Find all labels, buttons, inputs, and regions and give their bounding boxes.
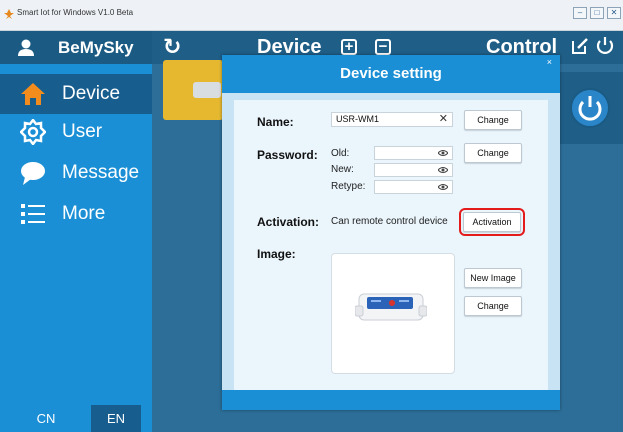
- dialog-footer: [222, 390, 560, 410]
- window-controls: – □ ✕: [573, 7, 621, 19]
- maximize-button[interactable]: □: [590, 7, 604, 19]
- old-password-label: Old:: [331, 148, 350, 159]
- app-logo-icon: [4, 9, 14, 19]
- user-icon: [18, 39, 34, 56]
- sidebar-item-label: Message: [62, 162, 140, 183]
- change-name-button[interactable]: Change: [464, 110, 522, 130]
- add-icon[interactable]: +: [341, 39, 357, 55]
- device-card[interactable]: [163, 60, 223, 120]
- clear-icon[interactable]: ✕: [439, 112, 448, 125]
- gear-icon: [20, 119, 46, 145]
- activation-status: Can remote control device: [331, 216, 448, 227]
- image-label: Image:: [257, 247, 296, 261]
- change-password-button[interactable]: Change: [464, 143, 522, 163]
- activation-label: Activation:: [257, 215, 320, 229]
- device-thumbnail: [193, 82, 221, 98]
- sidebar-item-label: Device: [62, 83, 121, 104]
- language-en-button[interactable]: EN: [91, 405, 141, 432]
- name-field[interactable]: USR-WM1 ✕: [331, 112, 453, 127]
- list-icon: [21, 204, 45, 224]
- name-label: Name:: [257, 115, 294, 129]
- sidebar: Device User Message More: [0, 64, 152, 432]
- new-image-button[interactable]: New Image: [464, 268, 522, 288]
- sidebar-item-message[interactable]: Message: [0, 153, 152, 193]
- minimize-button[interactable]: –: [573, 7, 587, 19]
- retype-password-field[interactable]: [374, 180, 453, 194]
- sidebar-item-label: User: [62, 121, 103, 142]
- chat-icon: [21, 162, 45, 185]
- dialog-header: Device setting ×: [222, 55, 560, 93]
- device-image-icon: [355, 293, 427, 321]
- eye-icon[interactable]: [438, 149, 448, 157]
- new-password-field[interactable]: [374, 163, 453, 177]
- remove-icon[interactable]: −: [375, 39, 391, 55]
- name-value: USR-WM1: [336, 114, 379, 124]
- sidebar-item-more[interactable]: More: [0, 194, 152, 234]
- eye-icon[interactable]: [438, 183, 448, 191]
- refresh-icon[interactable]: ↻: [163, 34, 181, 60]
- edit-icon[interactable]: [571, 37, 589, 55]
- change-image-button[interactable]: Change: [464, 296, 522, 316]
- retype-password-label: Retype:: [331, 181, 366, 192]
- sidebar-item-label: More: [62, 203, 106, 224]
- dialog-title: Device setting: [340, 65, 442, 82]
- eye-icon[interactable]: [438, 166, 448, 174]
- power-icon: [578, 96, 602, 121]
- old-password-field[interactable]: [374, 146, 453, 160]
- password-label: Password:: [257, 148, 318, 162]
- power-icon[interactable]: [595, 36, 615, 56]
- home-icon: [21, 83, 45, 105]
- window-title: Smart Iot for Windows V1.0 Beta: [17, 8, 134, 17]
- activation-button[interactable]: Activation: [459, 208, 525, 236]
- close-window-button[interactable]: ✕: [607, 7, 621, 19]
- new-password-label: New:: [331, 164, 354, 175]
- sidebar-item-user[interactable]: User: [0, 112, 152, 152]
- brand-name: BeMySky: [58, 38, 134, 57]
- close-icon[interactable]: ×: [547, 57, 552, 67]
- brand-area: BeMySky: [0, 31, 152, 64]
- sidebar-item-device[interactable]: Device: [0, 74, 152, 114]
- language-cn-button[interactable]: CN: [21, 405, 71, 432]
- power-toggle-button[interactable]: [570, 88, 610, 128]
- window-title-bar: Smart Iot for Windows V1.0 Beta – □ ✕: [0, 0, 623, 31]
